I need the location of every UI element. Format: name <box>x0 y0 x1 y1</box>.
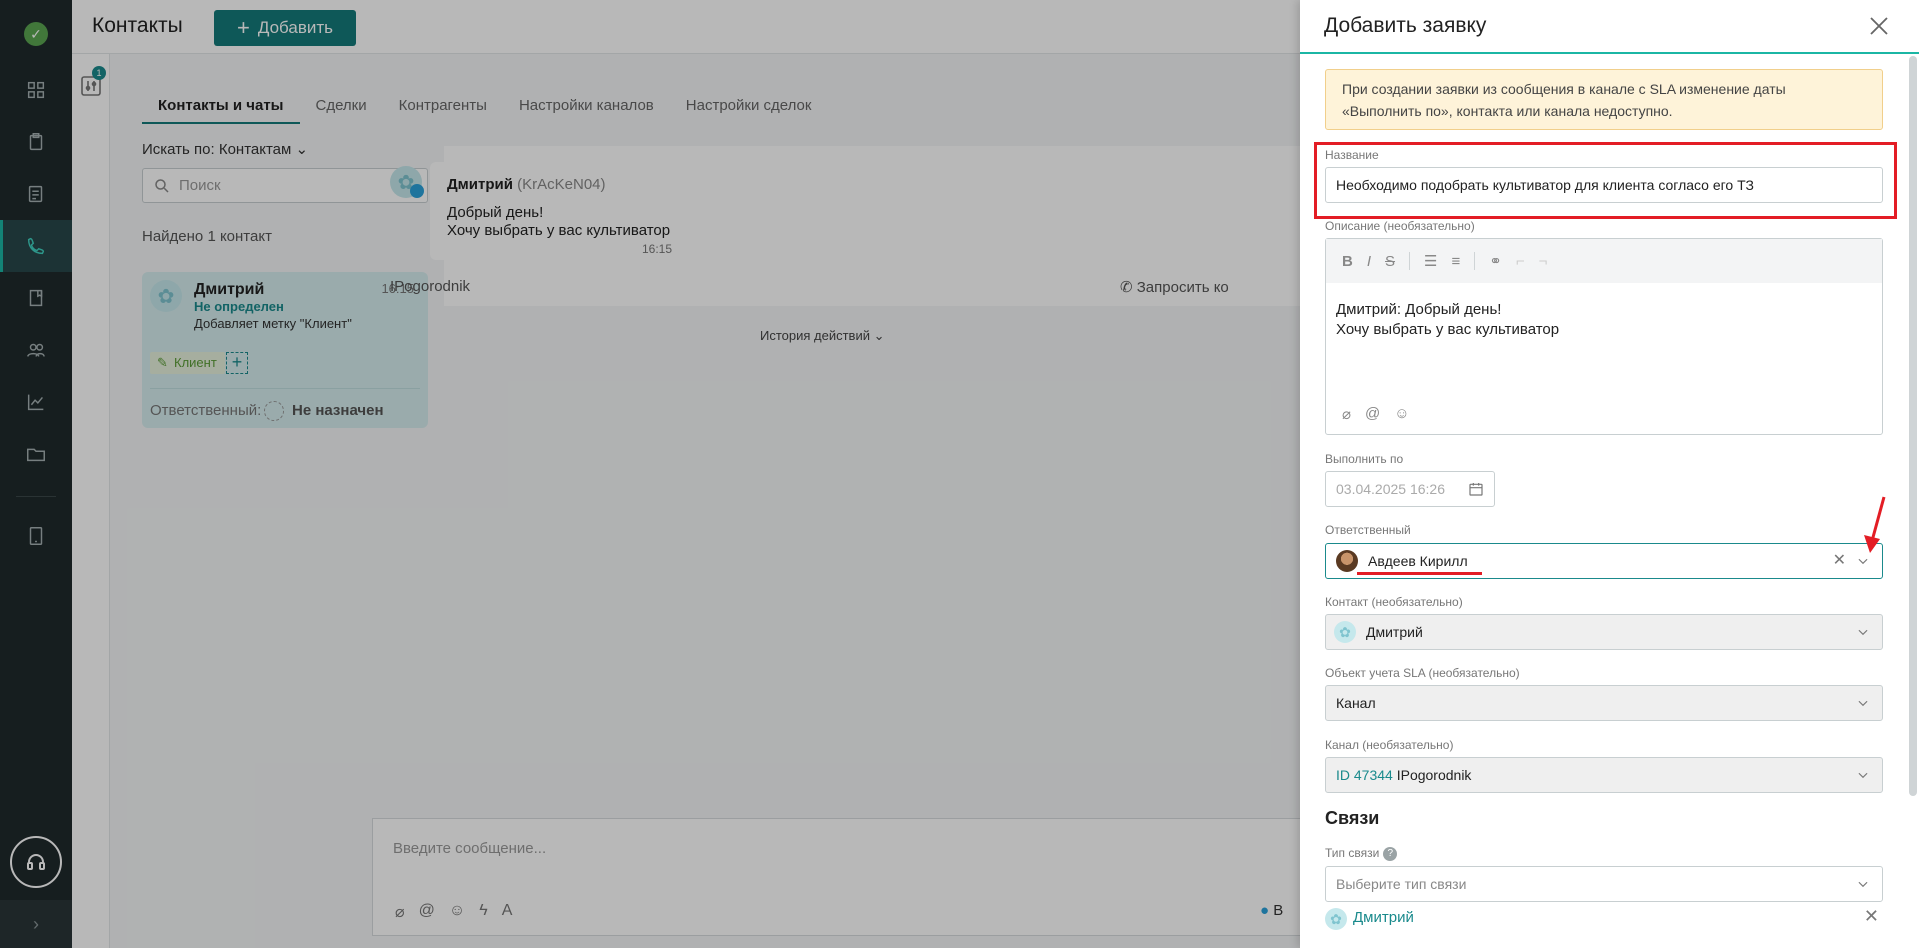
numbered-list-icon[interactable]: ≡ <box>1451 253 1460 270</box>
due-date-input[interactable]: 03.04.2025 16:26 <box>1325 471 1495 507</box>
contact-value: Дмитрий <box>1366 624 1423 640</box>
bold-icon[interactable]: B <box>1342 253 1353 270</box>
sla-select[interactable]: Канал <box>1325 685 1883 721</box>
sla-warning: При создании заявки из сообщения в канал… <box>1325 69 1883 130</box>
chevron-down-icon[interactable] <box>1856 625 1870 639</box>
drawer-title: Добавить заявку <box>1324 14 1487 37</box>
remove-link-icon[interactable]: ✕ <box>1864 906 1879 927</box>
channel-select[interactable]: ID 47344 IPogorodnik <box>1325 757 1883 793</box>
contact-avatar-icon: ✿ <box>1334 621 1356 643</box>
chevron-down-icon[interactable] <box>1856 768 1870 782</box>
calendar-icon[interactable] <box>1468 481 1484 497</box>
linked-contact-name[interactable]: Дмитрий <box>1353 909 1414 926</box>
responsible-label: Ответственный <box>1325 523 1411 537</box>
redo-icon[interactable]: ¬ <box>1539 253 1548 270</box>
sla-label: Объект учета SLA (необязательно) <box>1325 666 1520 680</box>
channel-id: ID 47344 <box>1336 767 1393 783</box>
chevron-down-icon[interactable] <box>1856 696 1870 710</box>
contact-select[interactable]: ✿ Дмитрий <box>1325 614 1883 650</box>
help-icon[interactable]: ? <box>1383 846 1398 861</box>
sla-value: Канал <box>1336 695 1376 711</box>
name-input[interactable]: Необходимо подобрать культиватор для кли… <box>1325 167 1883 203</box>
linked-contact-avatar-icon: ✿ <box>1325 908 1347 930</box>
toolbar-divider <box>1409 252 1411 270</box>
toolbar-divider <box>1474 252 1476 270</box>
undo-icon[interactable]: ⌐ <box>1516 253 1525 270</box>
due-date-value: 03.04.2025 16:26 <box>1336 481 1445 497</box>
links-title: Связи <box>1325 808 1380 828</box>
link-type-placeholder: Выберите тип связи <box>1336 876 1467 892</box>
responsible-underline-annotation <box>1357 572 1482 575</box>
italic-icon[interactable]: I <box>1367 253 1371 270</box>
description-label: Описание (необязательно) <box>1325 219 1475 233</box>
contact-label: Контакт (необязательно) <box>1325 595 1463 609</box>
link-type-select[interactable]: Выберите тип связи <box>1325 866 1883 902</box>
editor-footer: ⌀ @ ☺ <box>1342 405 1410 423</box>
bullet-list-icon[interactable]: ☰ <box>1424 252 1437 270</box>
red-arrow-annotation-icon <box>1864 496 1886 553</box>
linked-contact-row: ✿ Дмитрий ✕ <box>1325 906 1883 932</box>
link-type-label: Тип связи <box>1325 846 1380 860</box>
channel-label: Канал (необязательно) <box>1325 738 1454 752</box>
description-line-2: Хочу выбрать у вас культиватор <box>1336 321 1560 338</box>
channel-value: IPogorodnik <box>1396 767 1472 783</box>
close-icon[interactable] <box>1867 14 1891 38</box>
attach-icon[interactable]: ⌀ <box>1342 405 1351 423</box>
link-type-label-row: Тип связи? <box>1325 846 1398 861</box>
editor-toolbar: B I S ☰ ≡ ⚭ ⌐ ¬ <box>1326 239 1882 283</box>
emoji-icon[interactable]: ☺ <box>1394 405 1409 423</box>
responsible-avatar <box>1336 550 1358 572</box>
description-line-1: Дмитрий: Добрый день! <box>1336 301 1502 318</box>
clear-icon[interactable]: ✕ <box>1833 544 1846 578</box>
drawer-scrollbar[interactable] <box>1909 56 1917 796</box>
due-label: Выполнить по <box>1325 452 1404 466</box>
description-editor[interactable]: B I S ☰ ≡ ⚭ ⌐ ¬ Дмитрий: Добрый день! Хо… <box>1325 238 1883 435</box>
drawer-header: Добавить заявку <box>1300 0 1919 54</box>
chevron-down-icon[interactable] <box>1856 877 1870 891</box>
link-icon[interactable]: ⚭ <box>1489 252 1502 270</box>
strikethrough-icon[interactable]: S <box>1385 253 1395 270</box>
name-label: Название <box>1325 148 1379 162</box>
add-request-drawer: Добавить заявку При создании заявки из с… <box>1300 0 1919 948</box>
mention-icon[interactable]: @ <box>1365 405 1380 423</box>
modal-backdrop[interactable] <box>0 0 1300 948</box>
